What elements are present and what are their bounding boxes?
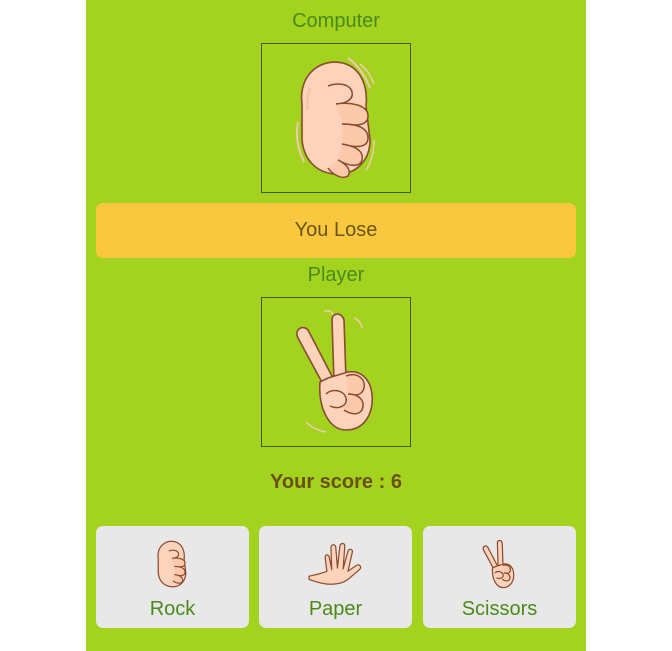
scissors-button[interactable]: Scissors: [423, 526, 576, 628]
computer-label: Computer: [292, 10, 380, 32]
player-label: Player: [307, 264, 365, 286]
rock-button[interactable]: Rock: [96, 526, 249, 628]
scissors-hand-icon: [296, 309, 373, 433]
result-banner: You Lose: [96, 203, 576, 258]
game-container: Computer You Lose Player Your score: 6 …: [86, 0, 586, 651]
rock-button-label: Rock: [149, 598, 196, 620]
rock-hand-icon: [295, 57, 375, 179]
scissors-button-label: Scissors: [461, 598, 538, 620]
paper-hand-icon: [308, 542, 362, 585]
rock-hand-icon: [157, 540, 187, 588]
score-display: Your score : 6: [270, 471, 402, 493]
computer-hand-display: [261, 43, 411, 193]
paper-button-label: Paper: [308, 598, 363, 620]
scissors-hand-icon: [482, 539, 515, 589]
paper-button[interactable]: Paper: [259, 526, 412, 628]
player-hand-display: [261, 297, 411, 447]
